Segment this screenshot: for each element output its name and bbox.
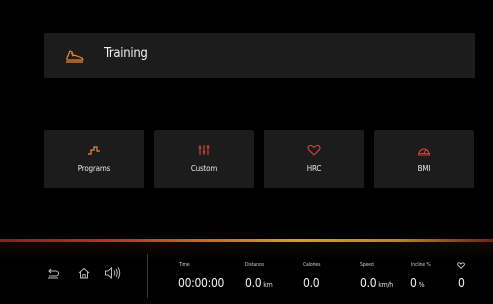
time-label: Time [179,262,190,268]
incline-unit: % [418,281,425,289]
scale-gauge-icon [418,148,430,156]
bmi-button[interactable]: BMI [374,130,474,188]
custom-button[interactable]: Custom [154,130,254,188]
training-screen: Training Programs Custom HRC BMI Time 00… [0,0,493,304]
distance-unit: km [263,281,273,289]
home-icon[interactable] [77,266,91,280]
distance-label: Distance [245,262,264,268]
distance-value-text: 0.0 [245,276,262,290]
training-header[interactable]: Training [44,33,475,78]
calories-label: Calories [303,262,321,268]
speed-value: 0.0 km/h [360,276,393,290]
bmi-label: BMI [417,164,431,173]
hrc-label: HRC [306,164,322,173]
incline-value: 0% [410,276,425,290]
page-title: Training [104,46,148,61]
custom-label: Custom [190,164,218,173]
incline-value-text: 0 [410,276,417,290]
time-value: 00:00:00 [178,276,224,290]
distance-value: 0.0 km [245,276,273,290]
speaker-icon[interactable] [104,266,122,280]
speed-value-text: 0.0 [360,276,377,290]
speed-unit: km/h [378,281,393,289]
heart-icon [307,144,321,156]
hrc-button[interactable]: HRC [264,130,364,188]
speed-label: Speed [360,262,374,268]
heart-rate-value: 0 [458,276,465,290]
programs-button[interactable]: Programs [44,130,144,188]
running-shoe-icon [66,50,84,63]
heart-outline-icon [457,262,465,269]
back-arrow-icon[interactable] [46,266,60,280]
incline-label: Incline % [411,262,431,268]
programs-label: Programs [77,164,111,173]
terrain-steps-icon [88,146,100,155]
time-value-text: 00:00:00 [178,276,225,290]
controls-divider [147,254,148,298]
sliders-icon [198,145,210,155]
calories-value-text: 0.0 [303,276,320,290]
status-bar-glow [0,242,493,304]
calories-value: 0.0 [303,276,320,290]
